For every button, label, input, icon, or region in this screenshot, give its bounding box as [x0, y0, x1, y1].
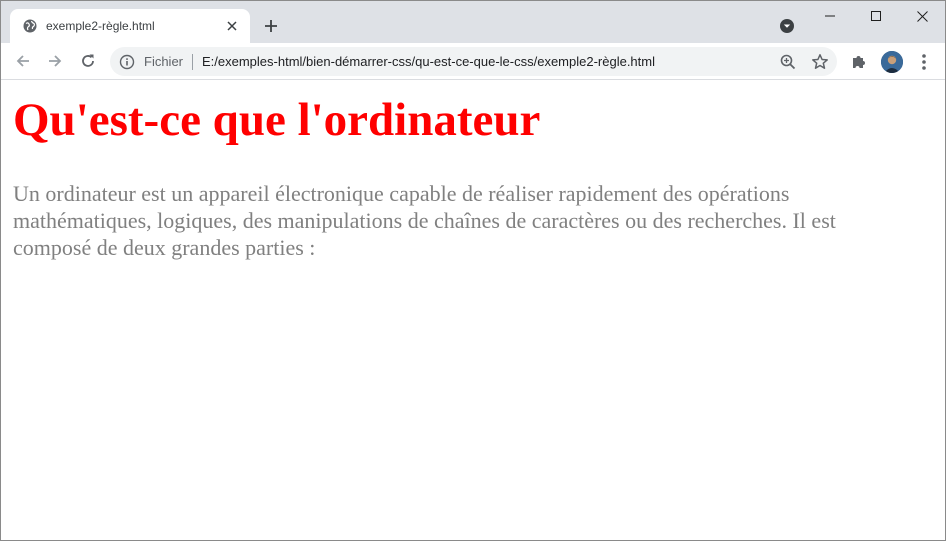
zoom-icon[interactable] [779, 53, 797, 71]
kebab-menu-icon[interactable] [915, 52, 933, 72]
tab-title: exemple2-règle.html [46, 19, 155, 33]
profile-avatar[interactable] [881, 51, 903, 73]
bookmark-star-icon[interactable] [811, 53, 829, 71]
divider [192, 54, 193, 70]
close-window-button[interactable] [899, 1, 945, 31]
back-button[interactable] [11, 49, 35, 73]
security-label: Fichier [144, 54, 184, 69]
address-bar[interactable]: Fichier E:/exemples-html/bien-démarrer-c… [110, 47, 837, 76]
page-content: Qu'est-ce que l'ordinateur Un ordinateur… [1, 81, 945, 540]
url-text[interactable]: E:/exemples-html/bien-démarrer-css/qu-es… [202, 54, 655, 69]
extensions-puzzle-icon[interactable] [850, 53, 868, 71]
globe-icon [23, 19, 37, 33]
info-icon[interactable] [119, 54, 135, 70]
reload-button[interactable] [76, 49, 100, 73]
tab-search-icon[interactable] [777, 16, 797, 36]
page-heading: Qu'est-ce que l'ordinateur [13, 94, 541, 146]
page-paragraph: Un ordinateur est un appareil électroniq… [13, 181, 836, 260]
maximize-button[interactable] [853, 1, 899, 31]
tab-strip: exemple2-règle.html [1, 1, 945, 43]
close-tab-icon[interactable] [222, 16, 242, 36]
browser-tab[interactable]: exemple2-règle.html [10, 9, 250, 43]
minimize-button[interactable] [807, 1, 853, 31]
new-tab-button[interactable] [260, 15, 282, 37]
browser-window: exemple2-règle.html Fichier E:/exemples-… [0, 0, 946, 541]
forward-button[interactable] [43, 49, 67, 73]
browser-toolbar: Fichier E:/exemples-html/bien-démarrer-c… [1, 43, 945, 80]
